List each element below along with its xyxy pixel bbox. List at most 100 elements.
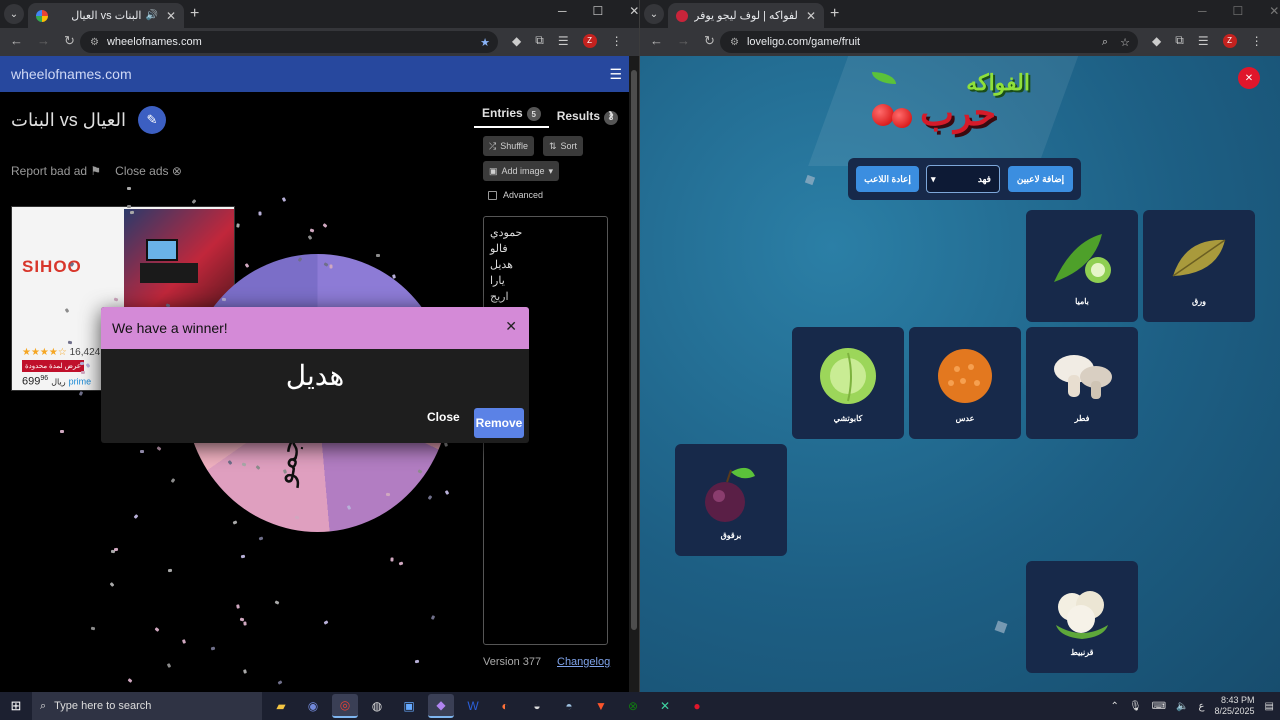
confetti-piece [236,223,240,228]
card-cabbage[interactable]: كابوتشي [792,327,904,439]
tab-search-chevron-icon[interactable]: ⌄ [4,4,24,24]
volume-icon[interactable]: 🔈 [1176,701,1188,712]
maximize-icon[interactable]: ☐ [1233,4,1244,18]
speaker-icon[interactable]: 🔊 [145,10,157,21]
dialog-remove-button[interactable]: Remove [474,408,524,438]
microphone-icon[interactable]: 🎙 [1129,701,1142,712]
chevron-right-icon[interactable]: › [608,104,614,125]
dialog-close-icon[interactable]: ✕ [505,318,517,335]
confetti-piece [167,569,173,573]
store-icon[interactable]: ▣ [396,694,422,718]
sort-icon: ⇅ [549,140,557,151]
close-ads-link[interactable]: Close ads ⊗ [115,164,182,178]
reading-list-icon[interactable]: ☰ [1198,34,1209,48]
shuffle-icon: ⤮ [489,140,497,151]
steam-icon[interactable]: ◓ [556,694,582,718]
right-active-tab[interactable]: لعبة حرب الفواكه | لوف ليجو يوفر ✕ [668,3,824,28]
site-info-icon[interactable]: ⚙ [90,37,99,48]
profile-avatar-icon[interactable]: Z [582,33,597,48]
extension-diamond-icon[interactable]: ◆ [1152,34,1161,48]
bookmark-star-icon[interactable]: ☆ [1120,36,1130,49]
card-okra[interactable]: باميا [1026,210,1138,322]
discord-icon[interactable]: ◉ [300,694,326,718]
right-new-tab-button[interactable]: + [830,5,839,23]
word-icon[interactable]: W [460,694,486,718]
reading-list-icon[interactable]: ☰ [558,34,569,48]
advanced-checkbox[interactable] [488,190,497,200]
site-name[interactable]: wheelofnames.com [11,66,132,82]
minimize-icon[interactable]: ─ [1198,4,1207,18]
notifications-icon[interactable]: ▤ [1265,701,1274,712]
left-page-scrollbar[interactable] [629,56,639,692]
firefox-icon[interactable]: ◐ [492,694,518,718]
chrome-icon[interactable]: ◎ [332,694,358,718]
extensions-puzzle-icon[interactable]: ⧉ [1175,33,1184,48]
tab-search-chevron-icon[interactable]: ⌄ [644,4,664,24]
changelog-link[interactable]: Changelog [557,656,610,668]
extension-diamond-icon[interactable]: ◆ [512,34,521,48]
forward-icon[interactable]: → [677,33,690,49]
reset-player-button[interactable]: إعادة اللاعب [856,166,919,192]
confetti-piece [385,492,390,497]
edit-pencil-icon[interactable]: ✎ [137,106,166,134]
card-mushroom[interactable]: فطر [1026,327,1138,439]
maximize-icon[interactable]: ☐ [593,4,604,18]
reload-icon[interactable]: ↻ [704,33,715,49]
xbox-icon[interactable]: ⊗ [620,694,646,718]
left-active-tab[interactable]: العيال vs البنات 🔊 ✕ [28,3,184,28]
site-info-icon[interactable]: ⚙ [730,37,739,48]
advanced-checkbox-row[interactable]: Advanced [488,190,543,200]
excel-app-icon[interactable]: ✕ [652,694,678,718]
extensions-puzzle-icon[interactable]: ⧉ [535,33,544,48]
dialog-close-button[interactable]: Close [427,410,460,424]
card-cauliflower[interactable]: قرنبيط [1026,561,1138,673]
forward-icon[interactable]: → [37,33,50,49]
window-close-icon[interactable]: ✕ [1269,4,1279,18]
right-tab-strip: ⌄ لعبة حرب الفواكه | لوف ليجو يوفر ✕ + ─… [640,0,1280,28]
player-select[interactable]: ▾ فهد [926,165,1000,193]
right-address-bar[interactable]: ⚙ loveligo.com/game/fruit ⌕ ☆ [720,31,1138,53]
back-icon[interactable]: ← [10,33,23,49]
confetti-piece [156,446,162,451]
app-icon[interactable]: ◒ [524,694,550,718]
close-game-icon[interactable]: ✕ [1238,67,1260,89]
windows-start-icon[interactable]: ⊞ [0,692,32,720]
red-app-icon[interactable]: ● [684,694,710,718]
language-indicator[interactable]: ع [1199,701,1205,712]
confetti-piece [67,340,72,345]
obs-icon[interactable]: ◍ [364,694,390,718]
shuffle-button[interactable]: ⤮ Shuffle [483,136,535,156]
hamburger-menu-icon[interactable]: ☰ [609,66,622,83]
left-tab-close-icon[interactable]: ✕ [166,9,176,23]
left-scrollbar-thumb[interactable] [631,70,637,630]
add-image-button[interactable]: ▣ Add image ▾ [483,161,560,181]
minimize-icon[interactable]: ─ [558,4,567,18]
taskbar-clock[interactable]: 8:43 PM 8/25/2025 [1215,695,1255,717]
file-explorer-icon[interactable]: ▰ [268,694,294,718]
report-bad-ad-link[interactable]: Report bad ad ⚑ [11,164,101,178]
card-plum[interactable]: برقوق [675,444,787,556]
add-players-button[interactable]: إضافة لاعبين [1008,166,1073,192]
right-tab-close-icon[interactable]: ✕ [806,9,816,23]
bookmark-star-icon[interactable]: ★ [480,36,490,49]
app-purple-icon[interactable]: ◆ [428,694,454,718]
wheel-favicon-icon [36,9,48,22]
profile-avatar-icon[interactable]: Z [1222,33,1237,48]
back-icon[interactable]: ← [650,33,663,49]
left-address-bar[interactable]: ⚙ wheelofnames.com ★ [80,31,498,53]
left-new-tab-button[interactable]: + [190,5,199,23]
card-bay-leaf[interactable]: ورق [1143,210,1255,322]
window-close-icon[interactable]: ✕ [629,4,639,18]
tray-chevron-up-icon[interactable]: ⌃ [1111,701,1119,712]
kebab-menu-icon[interactable]: ⋮ [1251,34,1263,48]
reload-icon[interactable]: ↻ [64,33,75,49]
tab-entries[interactable]: Entries 5 [474,106,549,129]
logo-main-text: حرب [920,92,997,133]
taskbar-search-box[interactable]: ⌕ Type here to search [32,692,262,720]
kebab-menu-icon[interactable]: ⋮ [611,34,623,48]
zoom-icon[interactable]: ⌕ [1102,36,1108,49]
sort-button[interactable]: ⇅ Sort [543,136,584,156]
brave-icon[interactable]: ▼ [588,694,614,718]
card-lentils[interactable]: عدس [909,327,1021,439]
network-icon[interactable]: ⌨ [1152,701,1166,712]
